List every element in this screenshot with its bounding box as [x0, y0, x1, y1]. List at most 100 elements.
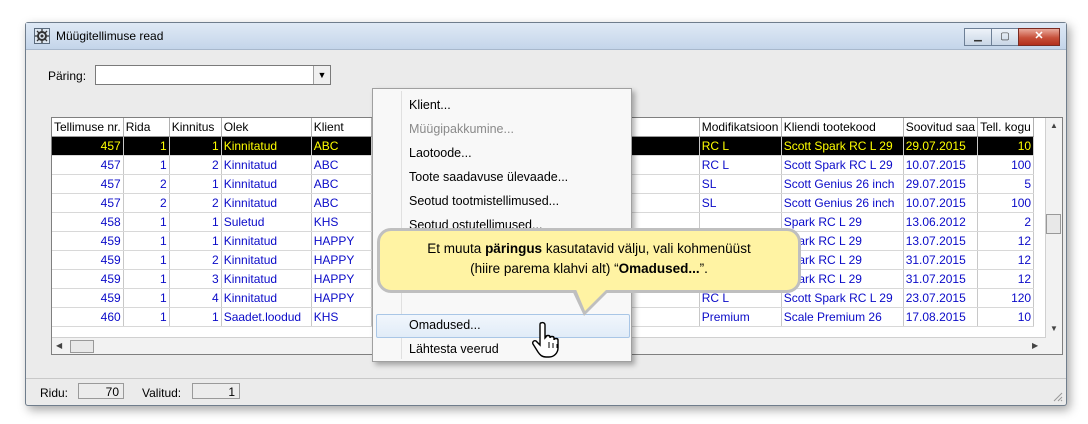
- table-cell[interactable]: Kinnitatud: [221, 136, 312, 156]
- table-cell[interactable]: ABC: [311, 174, 372, 194]
- table-cell[interactable]: Scott Spark RC L 29: [781, 136, 904, 156]
- table-cell[interactable]: 10.07.2015: [903, 155, 979, 175]
- table-cell[interactable]: Kinnitatud: [221, 155, 312, 175]
- table-cell[interactable]: 120: [977, 288, 1035, 308]
- table-cell[interactable]: KHS: [311, 307, 372, 327]
- table-cell[interactable]: ABC: [311, 136, 372, 156]
- table-cell[interactable]: 17.08.2015: [903, 307, 979, 327]
- table-cell[interactable]: 13.06.2012: [903, 212, 979, 232]
- table-cell[interactable]: HAPPY: [311, 288, 372, 308]
- table-cell[interactable]: 10: [977, 136, 1035, 156]
- maximize-button[interactable]: ▢: [991, 28, 1018, 46]
- column-header[interactable]: Kliendi tootekood: [781, 118, 904, 137]
- table-cell[interactable]: 1: [123, 155, 170, 175]
- table-cell[interactable]: 459: [52, 231, 124, 251]
- table-cell[interactable]: 1: [123, 212, 170, 232]
- table-cell[interactable]: 457: [52, 193, 124, 213]
- table-cell[interactable]: Saadet.loodud: [221, 307, 312, 327]
- scroll-up-icon[interactable]: ▲: [1050, 121, 1058, 130]
- column-header[interactable]: Kinnitus: [169, 118, 222, 137]
- table-cell[interactable]: 29.07.2015: [903, 174, 979, 194]
- table-cell[interactable]: 1: [123, 136, 170, 156]
- table-cell[interactable]: 1: [123, 250, 170, 270]
- table-cell[interactable]: 2: [123, 174, 170, 194]
- table-cell[interactable]: Scott Genius 26 inch: [781, 193, 904, 213]
- column-header[interactable]: Rida: [123, 118, 170, 137]
- table-cell[interactable]: 459: [52, 250, 124, 270]
- table-cell[interactable]: 1: [123, 307, 170, 327]
- table-cell[interactable]: Kinnitatud: [221, 193, 312, 213]
- table-cell[interactable]: 2: [123, 193, 170, 213]
- table-cell[interactable]: 31.07.2015: [903, 250, 979, 270]
- table-cell[interactable]: 12: [977, 231, 1035, 251]
- scroll-right-icon[interactable]: ▶: [1032, 341, 1038, 350]
- table-cell[interactable]: 1: [169, 307, 222, 327]
- table-cell[interactable]: HAPPY: [311, 269, 372, 289]
- menu-item-toote-saadavus[interactable]: Toote saadavuse ülevaade...: [409, 170, 568, 184]
- menu-item-klient[interactable]: Klient...: [409, 98, 451, 112]
- table-cell[interactable]: 457: [52, 174, 124, 194]
- table-cell[interactable]: Premium: [699, 307, 782, 327]
- scroll-left-icon[interactable]: ◀: [56, 341, 62, 350]
- table-cell[interactable]: 1: [123, 231, 170, 251]
- table-cell[interactable]: Kinnitatud: [221, 288, 312, 308]
- scroll-down-icon[interactable]: ▼: [1050, 324, 1058, 333]
- table-cell[interactable]: 100: [977, 155, 1035, 175]
- table-cell[interactable]: Kinnitatud: [221, 269, 312, 289]
- table-cell[interactable]: RC L: [699, 136, 782, 156]
- table-cell[interactable]: 10.07.2015: [903, 193, 979, 213]
- table-cell[interactable]: 2: [169, 193, 222, 213]
- dropdown-arrow-icon[interactable]: ▼: [313, 66, 330, 84]
- table-cell[interactable]: 457: [52, 136, 124, 156]
- table-cell[interactable]: 13.07.2015: [903, 231, 979, 251]
- table-cell[interactable]: 1: [169, 174, 222, 194]
- table-cell[interactable]: 31.07.2015: [903, 269, 979, 289]
- vertical-scrollbar[interactable]: ▲ ▼: [1045, 118, 1062, 354]
- table-cell[interactable]: Scale Premium 26: [781, 307, 904, 327]
- table-cell[interactable]: 23.07.2015: [903, 288, 979, 308]
- table-cell[interactable]: 1: [123, 288, 170, 308]
- table-cell[interactable]: 2: [169, 250, 222, 270]
- close-button[interactable]: ✕: [1018, 28, 1060, 46]
- table-cell[interactable]: 10: [977, 307, 1035, 327]
- table-cell[interactable]: 458: [52, 212, 124, 232]
- table-cell[interactable]: 2: [169, 155, 222, 175]
- vertical-scroll-thumb[interactable]: [1046, 214, 1061, 234]
- minimize-button[interactable]: ▁: [964, 28, 991, 46]
- column-header[interactable]: Klient: [311, 118, 372, 137]
- table-cell[interactable]: 460: [52, 307, 124, 327]
- menu-item-muugipakkumine[interactable]: Müügipakkumine...: [409, 122, 514, 136]
- column-header[interactable]: Modifikatsioon: [699, 118, 782, 137]
- table-cell[interactable]: Kinnitatud: [221, 250, 312, 270]
- table-cell[interactable]: Spark RC L 29: [781, 212, 904, 232]
- table-cell[interactable]: KHS: [311, 212, 372, 232]
- table-cell[interactable]: Scott Spark RC L 29: [781, 288, 904, 308]
- menu-item-lahtesta-veerud[interactable]: Lähtesta veerud: [409, 342, 499, 356]
- table-cell[interactable]: 1: [123, 269, 170, 289]
- table-cell[interactable]: SL: [699, 174, 782, 194]
- table-cell[interactable]: 3: [169, 269, 222, 289]
- table-cell[interactable]: 459: [52, 269, 124, 289]
- table-cell[interactable]: 459: [52, 288, 124, 308]
- table-cell[interactable]: HAPPY: [311, 231, 372, 251]
- table-cell[interactable]: 12: [977, 250, 1035, 270]
- table-cell[interactable]: 100: [977, 193, 1035, 213]
- column-header[interactable]: Tellimuse nr.: [52, 118, 124, 137]
- table-cell[interactable]: 5: [977, 174, 1035, 194]
- menu-item-omadused[interactable]: Omadused...: [409, 318, 481, 332]
- query-select[interactable]: ▼: [95, 65, 331, 85]
- table-cell[interactable]: 2: [977, 212, 1035, 232]
- column-header[interactable]: Tell. kogu: [977, 118, 1035, 137]
- table-cell[interactable]: HAPPY: [311, 250, 372, 270]
- table-cell[interactable]: 29.07.2015: [903, 136, 979, 156]
- title-bar[interactable]: Müügitellimuse read ▁ ▢ ✕: [26, 23, 1066, 50]
- table-cell[interactable]: 4: [169, 288, 222, 308]
- table-cell[interactable]: Kinnitatud: [221, 174, 312, 194]
- menu-item-laotoode[interactable]: Laotoode...: [409, 146, 472, 160]
- table-cell[interactable]: ABC: [311, 193, 372, 213]
- table-cell[interactable]: ABC: [311, 155, 372, 175]
- table-cell[interactable]: 12: [977, 269, 1035, 289]
- horizontal-scroll-thumb[interactable]: [70, 340, 94, 353]
- resize-grip-icon[interactable]: [1051, 390, 1063, 402]
- table-cell[interactable]: SL: [699, 193, 782, 213]
